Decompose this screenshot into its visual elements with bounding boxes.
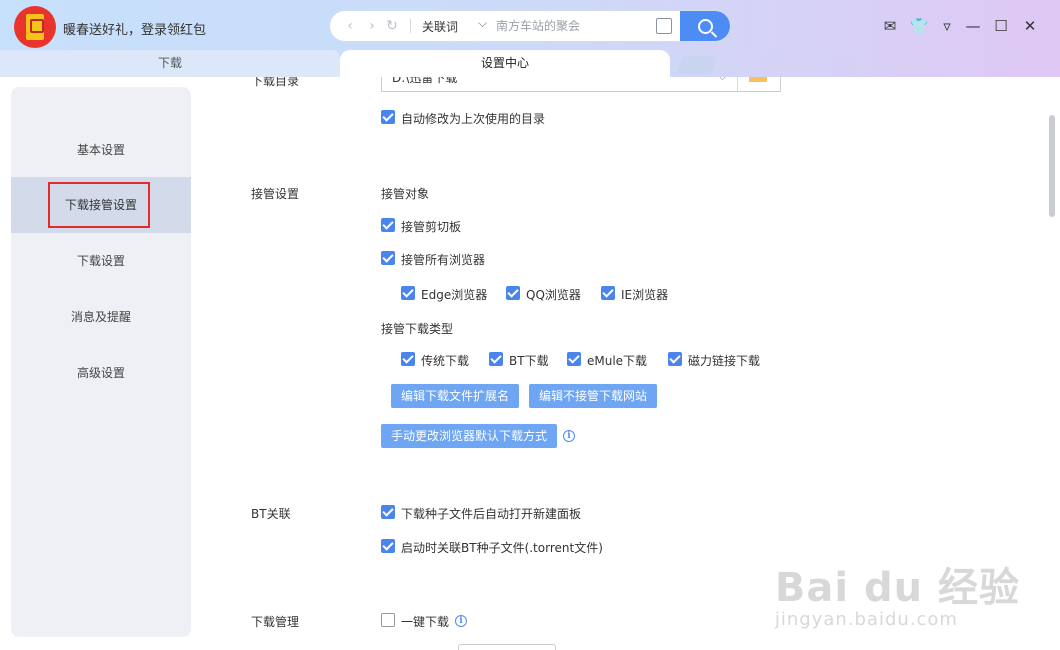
sidebar-item-notifications[interactable]: 消息及提醒 bbox=[11, 289, 191, 345]
takeover-type-heading: 接管下载类型 bbox=[381, 322, 454, 336]
scrollbar[interactable] bbox=[1049, 115, 1055, 217]
bookmark-icon[interactable] bbox=[656, 18, 672, 34]
app-logo[interactable] bbox=[14, 6, 56, 48]
mail-icon[interactable]: ✉ bbox=[880, 16, 900, 36]
edit-extensions-button[interactable]: 编辑下载文件扩展名 bbox=[391, 384, 520, 408]
traditional-download-checkbox[interactable] bbox=[401, 352, 415, 366]
sidebar-item-download[interactable]: 下载设置 bbox=[11, 233, 191, 289]
sidebar-item-label: 下载接管设置 bbox=[64, 198, 137, 212]
refresh-icon[interactable]: ↻ bbox=[384, 17, 400, 35]
partial-field[interactable] bbox=[458, 644, 556, 650]
ie-checkbox[interactable] bbox=[601, 286, 615, 300]
settings-content: 基本设置 下载接管设置 下载设置 消息及提醒 高级设置 下载目录 D:\迅雷下载… bbox=[0, 77, 1060, 650]
all-browsers-checkbox[interactable] bbox=[381, 251, 395, 265]
manual-browser-default-button[interactable]: 手动更改浏览器默认下载方式 bbox=[381, 424, 558, 448]
edge-label: Edge浏览器 bbox=[421, 288, 488, 302]
section-takeover-label: 接管设置 bbox=[251, 187, 300, 201]
edge-checkbox[interactable] bbox=[401, 286, 415, 300]
chevron-down-icon[interactable]: ⌵ bbox=[478, 16, 487, 31]
search-button[interactable] bbox=[680, 11, 730, 41]
skin-icon[interactable]: 👕 bbox=[909, 16, 929, 36]
download-path-value: D:\迅雷下载 bbox=[392, 77, 458, 85]
download-path-select[interactable]: D:\迅雷下载 ⌵ bbox=[381, 77, 781, 92]
info-icon[interactable]: i bbox=[563, 430, 575, 442]
maximize-icon[interactable]: ☐ bbox=[991, 16, 1011, 36]
divider bbox=[410, 19, 411, 33]
tab-settings[interactable]: 设置中心 bbox=[340, 50, 670, 77]
watermark-logo-text: Bai du 经验 bbox=[774, 565, 1020, 611]
qq-browser-label: QQ浏览器 bbox=[526, 288, 581, 302]
clipboard-checkbox[interactable] bbox=[381, 218, 395, 232]
section-bt-label: BT关联 bbox=[251, 507, 291, 521]
clipboard-label: 接管剪切板 bbox=[401, 220, 462, 234]
download-dir-label: 下载目录 bbox=[251, 77, 300, 88]
search-bar: ‹ › ↻ 关联词 ⌵ bbox=[330, 11, 730, 41]
bt-download-label: BT下载 bbox=[509, 354, 549, 368]
assoc-torrent-label: 启动时关联BT种子文件(.torrent文件) bbox=[401, 541, 603, 555]
keyword-dropdown-label[interactable]: 关联词 bbox=[422, 18, 458, 35]
info-icon[interactable]: i bbox=[455, 615, 467, 627]
auto-open-panel-checkbox[interactable] bbox=[381, 505, 395, 519]
logo-icon bbox=[26, 14, 44, 40]
bt-download-checkbox[interactable] bbox=[489, 352, 503, 366]
divider bbox=[737, 77, 738, 91]
emule-download-checkbox[interactable] bbox=[567, 352, 581, 366]
watermark: Bai du 经验 jingyan.baidu.com bbox=[775, 555, 1020, 630]
minimize-icon[interactable]: — bbox=[963, 16, 983, 36]
section-manage-label: 下载管理 bbox=[251, 615, 300, 629]
sidebar-item-basic[interactable]: 基本设置 bbox=[11, 122, 191, 178]
assoc-torrent-checkbox[interactable] bbox=[381, 539, 395, 553]
edit-excluded-sites-button[interactable]: 编辑不接管下载网站 bbox=[529, 384, 658, 408]
auto-open-panel-label: 下载种子文件后自动打开新建面板 bbox=[401, 507, 582, 521]
all-browsers-label: 接管所有浏览器 bbox=[401, 253, 486, 267]
new-tab-button[interactable] bbox=[676, 56, 718, 74]
tab-download[interactable]: 下载 bbox=[0, 50, 340, 77]
auto-change-dir-checkbox[interactable] bbox=[381, 110, 395, 124]
magnet-download-checkbox[interactable] bbox=[668, 352, 682, 366]
settings-sidebar: 基本设置 下载接管设置 下载设置 消息及提醒 高级设置 bbox=[11, 87, 191, 637]
title-bar: 暖春送好礼，登录领红包 ‹ › ↻ 关联词 ⌵ ✉ 👕 ▿ — ☐ ✕ bbox=[0, 0, 1060, 50]
emule-download-label: eMule下载 bbox=[587, 354, 648, 368]
auto-change-dir-label: 自动修改为上次使用的目录 bbox=[401, 112, 546, 126]
takeover-target-heading: 接管对象 bbox=[381, 187, 430, 201]
search-icon bbox=[697, 18, 713, 34]
sidebar-item-advanced[interactable]: 高级设置 bbox=[11, 345, 191, 401]
one-click-checkbox[interactable] bbox=[381, 613, 395, 627]
forward-icon[interactable]: › bbox=[364, 17, 380, 35]
back-icon[interactable]: ‹ bbox=[342, 17, 358, 35]
sidebar-item-takeover[interactable]: 下载接管设置 bbox=[11, 177, 191, 233]
close-icon[interactable]: ✕ bbox=[1020, 16, 1040, 36]
tab-bar: 下载 设置中心 bbox=[0, 50, 1060, 77]
folder-icon[interactable] bbox=[749, 77, 767, 82]
qq-browser-checkbox[interactable] bbox=[506, 286, 520, 300]
chevron-down-icon[interactable]: ⌵ bbox=[718, 77, 727, 84]
search-input[interactable] bbox=[496, 15, 646, 37]
menu-icon[interactable]: ▿ bbox=[937, 16, 957, 36]
promo-text[interactable]: 暖春送好礼，登录领红包 bbox=[63, 19, 206, 38]
one-click-label: 一键下载 bbox=[401, 615, 450, 629]
traditional-download-label: 传统下载 bbox=[421, 354, 470, 368]
ie-label: IE浏览器 bbox=[621, 288, 669, 302]
magnet-download-label: 磁力链接下载 bbox=[688, 354, 761, 368]
